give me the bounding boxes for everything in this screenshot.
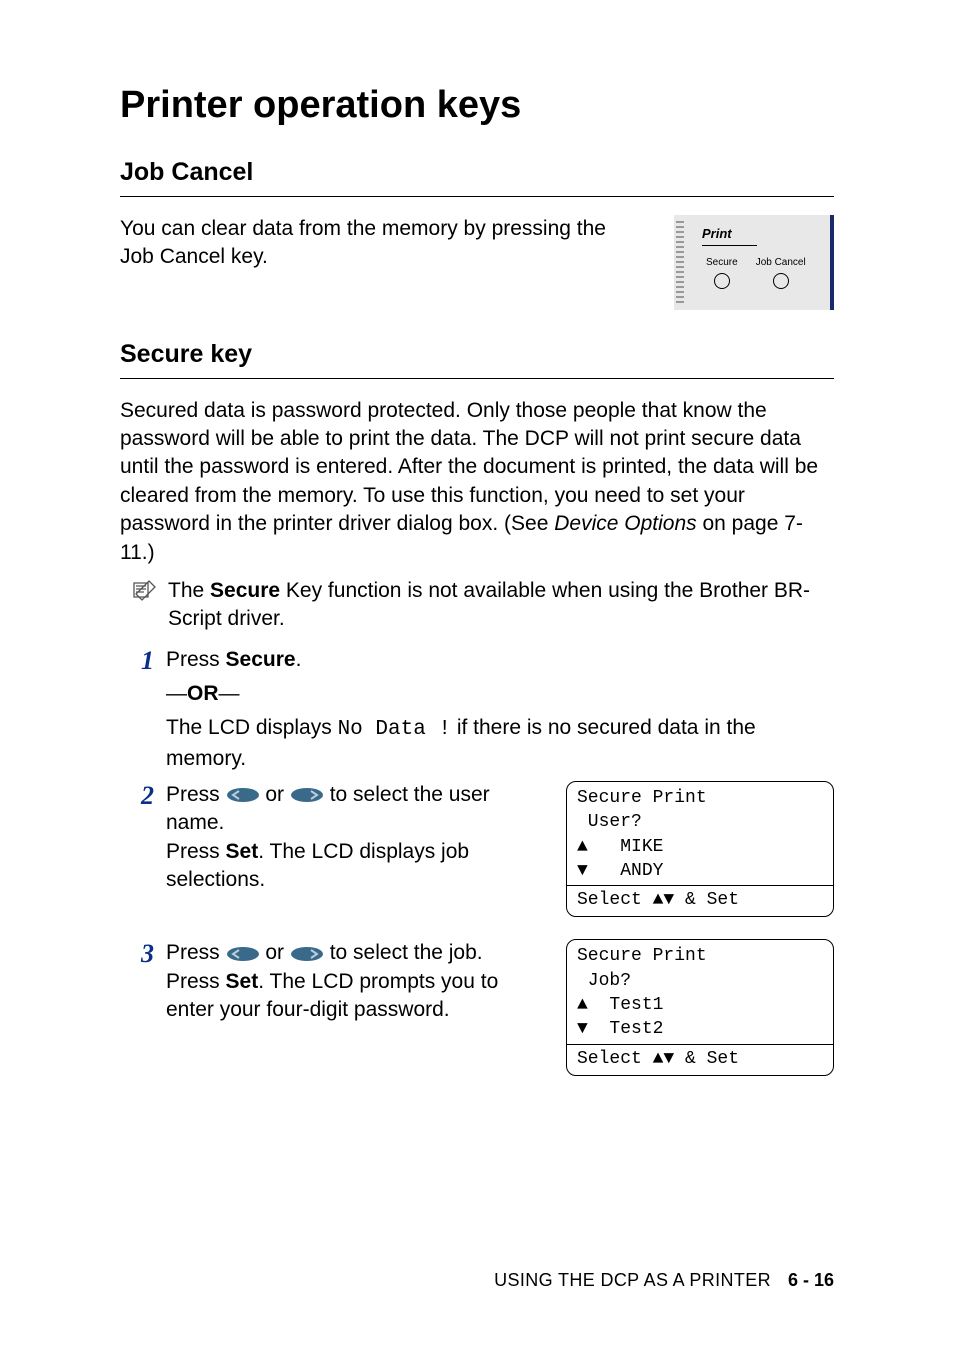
s2-l2-bold: Set	[226, 840, 259, 863]
page-footer: USING THE DCP AS A PRINTER 6 - 16	[494, 1268, 834, 1292]
down-arrow-icon	[577, 861, 588, 881]
s1-post: .	[296, 648, 302, 671]
footer-text: USING THE DCP AS A PRINTER	[494, 1270, 771, 1290]
secure-key-body: Secured data is password protected. Only…	[120, 397, 834, 567]
lcd-line: User?	[577, 810, 823, 834]
step-3-line1: Press or to select the job.	[166, 939, 548, 967]
step-2: 2 Press or to select the user name. Pres…	[120, 781, 834, 931]
step-1-alt: The LCD displays No Data ! if there is n…	[166, 714, 834, 773]
lcd-user-select: Secure Print User? MIKE ANDY Select ▲▼ &…	[566, 781, 834, 917]
down-arrow-icon	[577, 1019, 588, 1039]
s3-l2-bold: Set	[226, 970, 259, 993]
note-row: The Secure Key function is not available…	[120, 577, 834, 634]
lcd-line: Job?	[577, 969, 823, 993]
or-word: OR	[187, 682, 219, 705]
print-panel-title: Print	[702, 225, 757, 246]
s1-alt-pre: The LCD displays	[166, 716, 338, 739]
s2-pre: Press	[166, 783, 226, 806]
job-cancel-button-circle	[773, 273, 789, 289]
note-bold: Secure	[210, 579, 280, 602]
job-cancel-body: You can clear data from the memory by pr…	[120, 215, 644, 272]
section-rule	[120, 196, 834, 197]
or-line: —OR—	[166, 680, 834, 708]
lcd-item: ANDY	[620, 861, 663, 881]
nav-right-icon	[290, 787, 324, 803]
s1-alt-mono: No Data !	[338, 718, 451, 741]
print-panel: Print Secure Job Cancel	[674, 215, 834, 310]
nav-right-icon	[290, 946, 324, 962]
s3-post: to select the job.	[324, 941, 483, 964]
s2-mid: or	[260, 783, 290, 806]
s2-l2-pre: Press	[166, 840, 226, 863]
step-3: 3 Press or to select the job. Press Set.…	[120, 939, 834, 1089]
secure-button-circle	[714, 273, 730, 289]
section-heading-job-cancel: Job Cancel	[120, 156, 834, 190]
step-1-line1: Press Secure.	[166, 646, 834, 674]
lcd-line: MIKE	[577, 835, 823, 859]
s3-mid: or	[260, 941, 290, 964]
binder-decoration	[676, 221, 684, 304]
page-title: Printer operation keys	[120, 80, 834, 131]
or-dash: —	[166, 682, 187, 705]
lcd-item: Test1	[609, 995, 663, 1015]
s3-l2-pre: Press	[166, 970, 226, 993]
step-2-line2: Press Set. The LCD displays job selectio…	[166, 838, 548, 895]
step-2-line1: Press or to select the user name.	[166, 781, 548, 838]
lcd-line: Secure Print	[577, 944, 823, 968]
job-cancel-label: Job Cancel	[756, 257, 806, 268]
note-pre: The	[168, 579, 210, 602]
nav-left-icon	[226, 946, 260, 962]
step-number: 3	[126, 941, 154, 967]
job-cancel-row: You can clear data from the memory by pr…	[120, 215, 834, 310]
section-rule	[120, 378, 834, 379]
lcd-footer: Select ▲▼ & Set	[567, 885, 833, 912]
s3-pre: Press	[166, 941, 226, 964]
note-text: The Secure Key function is not available…	[168, 577, 834, 634]
up-arrow-icon	[577, 995, 588, 1015]
step-1: 1 Press Secure. —OR— The LCD displays No…	[120, 646, 834, 773]
lcd-item: MIKE	[620, 837, 663, 857]
note-icon	[130, 577, 158, 605]
nav-left-icon	[226, 787, 260, 803]
up-arrow-icon	[577, 837, 588, 857]
lcd-job-select: Secure Print Job? Test1 Test2 Select ▲▼ …	[566, 939, 834, 1075]
footer-page-number: 6 - 16	[788, 1270, 834, 1290]
step-number: 1	[126, 648, 154, 674]
s1-pre: Press	[166, 648, 226, 671]
lcd-line: Test2	[577, 1017, 823, 1041]
secure-button-illustration: Secure	[706, 256, 738, 290]
lcd-line: Test1	[577, 993, 823, 1017]
secure-label: Secure	[706, 257, 738, 268]
or-dash-2: —	[219, 682, 240, 705]
lcd-line: Secure Print	[577, 786, 823, 810]
lcd-item: Test2	[609, 1019, 663, 1039]
step-3-line2: Press Set. The LCD prompts you to enter …	[166, 968, 548, 1025]
lcd-footer: Select ▲▼ & Set	[567, 1044, 833, 1071]
job-cancel-button-illustration: Job Cancel	[756, 256, 806, 290]
lcd-line: ANDY	[577, 859, 823, 883]
step-number: 2	[126, 783, 154, 809]
s1-bold: Secure	[226, 648, 296, 671]
section-heading-secure-key: Secure key	[120, 338, 834, 372]
steps-list: 1 Press Secure. —OR— The LCD displays No…	[120, 646, 834, 1090]
device-options-link: Device Options	[554, 512, 696, 535]
